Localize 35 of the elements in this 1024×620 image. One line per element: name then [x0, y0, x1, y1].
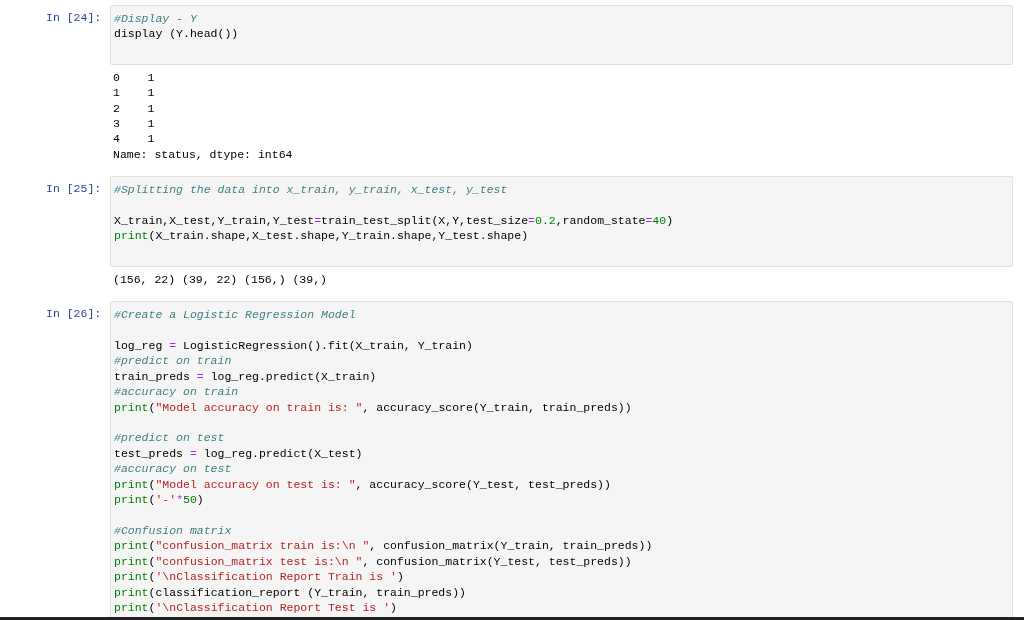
code-line: log_reg = LogisticRegression().fit(X_train, Y_train) — [114, 338, 474, 354]
output-line: (156, 22) (39, 22) (156,) (39,) — [113, 271, 328, 288]
output-line: 3 1 — [113, 116, 156, 132]
code-line: print('-'*50) — [114, 492, 205, 508]
code-cell[interactable]: #Splitting the data into x_train, y_train, x_test, y_test X_train,X_test,Y_train,Y_test=train_test_split(X,Y,test_size=0.2,random_state=40) print(X_train.shape,X_test.shape,Y_train.shape,Y_test.shape) — [110, 176, 1013, 267]
code-line: #Create a Logistic Regression Model — [114, 307, 357, 323]
input-prompt: In [24]: — [46, 10, 103, 26]
output-line: 1 1 — [113, 85, 156, 101]
code-line: test_preds = log_reg.predict(X_test) — [114, 445, 364, 462]
code-line: #Display - Y — [114, 11, 199, 27]
input-prompt: In [26]: — [46, 306, 103, 322]
code-line: print('\nClassification Report Train is ') — [114, 569, 405, 585]
code-cell[interactable]: #Display - Y display (Y.head()) — [110, 5, 1013, 65]
code-line: print("Model accuracy on train is: ", accuracy_score(Y_train, train_preds)) — [114, 399, 633, 416]
code-line: display (Y.head()) — [114, 26, 240, 42]
output-line: 4 1 — [113, 131, 156, 147]
code-line: #accuracy on train — [114, 384, 240, 400]
code-line: print(X_train.shape,X_test.shape,Y_train.shape,Y_test.shape) — [114, 228, 530, 244]
output-line: Name: status, dtype: int64 — [113, 146, 294, 163]
code-line: X_train,X_test,Y_train,Y_test=train_test_split(X,Y,test_size=0.2,random_state=40) — [114, 213, 675, 229]
code-line: #predict on test — [114, 430, 226, 446]
output-line: 0 1 — [113, 69, 156, 86]
code-line: print("confusion_matrix test is:\n ", confusion_matrix(Y_test, test_preds)) — [114, 553, 633, 570]
code-line: print("Model accuracy on test is: ", accuracy_score(Y_test, test_preds)) — [114, 476, 612, 493]
code-line: print("confusion_matrix train is:\n ", confusion_matrix(Y_train, train_preds)) — [114, 538, 654, 554]
code-line: #Splitting the data into x_train, y_train, x_test, y_test — [114, 182, 509, 198]
code-cell[interactable] — [110, 301, 1013, 620]
code-line: #predict on train — [114, 353, 233, 369]
code-line: print(classification_report (Y_train, train_preds)) — [114, 584, 467, 600]
code-line: #Confusion matrix — [114, 522, 233, 539]
output-line: 2 1 — [113, 100, 156, 117]
code-line: print('\nClassification Report Test is ') — [114, 599, 398, 616]
input-prompt: In [25]: — [46, 181, 103, 197]
code-line: #accuracy on test — [114, 461, 233, 477]
code-line: train_preds = log_reg.predict(X_train) — [114, 368, 378, 385]
